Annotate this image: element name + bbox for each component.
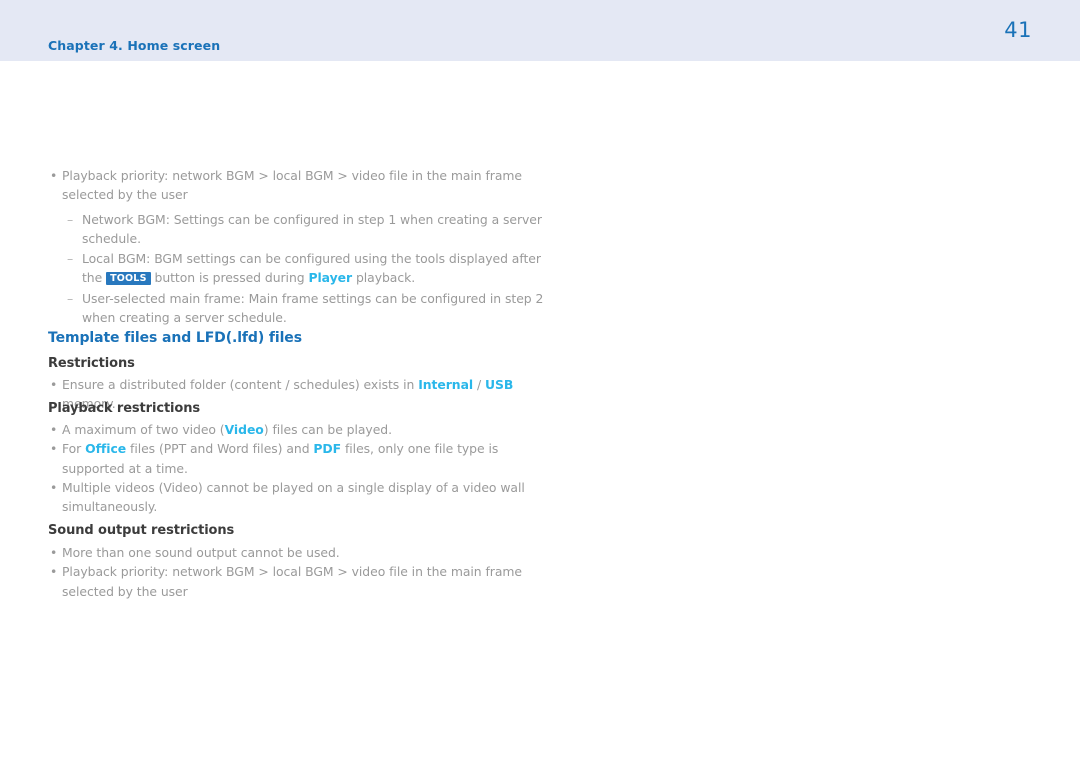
list-item-text-part2: files (PPT and Word files) and bbox=[126, 441, 314, 457]
sound-output-bullet-list: • More than one sound output cannot be u… bbox=[48, 543, 542, 601]
list-item-text-part2: ) files can be played. bbox=[263, 422, 392, 437]
list-item: • Playback priority: network BGM > local… bbox=[48, 166, 542, 205]
inline-highlight-internal: Internal bbox=[418, 377, 474, 392]
inline-highlight-usb: USB bbox=[485, 377, 514, 392]
list-item-text: Network BGM: Settings can be configured … bbox=[82, 211, 542, 246]
section-heading-template-files: Template files and LFD(.lfd) files bbox=[48, 330, 302, 346]
bullet-marker: • bbox=[50, 479, 58, 495]
list-item-text-part1: A maximum of two video ( bbox=[62, 422, 225, 437]
bullet-marker: • bbox=[50, 564, 58, 580]
list-item-text-part2: button is pressed during bbox=[150, 270, 309, 286]
breadcrumb-chapter-title: Chapter 4. Home screen bbox=[48, 38, 221, 53]
list-item-text-part1: For bbox=[62, 441, 86, 457]
list-item: • More than one sound output cannot be u… bbox=[48, 543, 542, 562]
list-item-text-part3: playback. bbox=[352, 270, 416, 286]
bullet-marker: • bbox=[50, 441, 58, 457]
list-item-text: Multiple videos (Video) cannot be played… bbox=[62, 479, 525, 515]
bullet-marker: • bbox=[50, 377, 58, 392]
inline-highlight-office: Office bbox=[85, 441, 127, 457]
list-item-text: Playback priority: network BGM > local B… bbox=[62, 564, 522, 599]
list-item-text: User-selected main frame: Main frame set… bbox=[82, 290, 544, 326]
list-item: • Playback priority: network BGM > local… bbox=[48, 562, 542, 601]
intro-bullet-group: • Playback priority: network BGM > local… bbox=[48, 166, 552, 327]
subheading-sound-output-restrictions: Sound output restrictions bbox=[48, 523, 235, 538]
list-item-text-part2: / bbox=[473, 377, 485, 392]
inline-highlight-player: Player bbox=[308, 270, 353, 286]
playback-restrictions-bullet-group: • A maximum of two video (Video) files c… bbox=[48, 420, 542, 516]
subheading-restrictions: Restrictions bbox=[48, 356, 135, 371]
list-item: • Multiple videos (Video) cannot be play… bbox=[48, 478, 542, 517]
sound-output-bullet-group: • More than one sound output cannot be u… bbox=[48, 543, 542, 601]
bullet-marker: • bbox=[50, 545, 58, 560]
playback-restrictions-bullet-list: • A maximum of two video (Video) files c… bbox=[48, 420, 542, 516]
list-item: • A maximum of two video (Video) files c… bbox=[48, 420, 542, 439]
list-item: – User-selected main frame: Main frame s… bbox=[67, 289, 552, 328]
bullet-marker: • bbox=[50, 422, 58, 437]
intro-bullet-list: • Playback priority: network BGM > local… bbox=[48, 166, 552, 205]
dash-marker: – bbox=[67, 290, 74, 306]
list-item: – Network BGM: Settings can be configure… bbox=[67, 210, 552, 249]
list-item-text: More than one sound output cannot be use… bbox=[62, 545, 340, 560]
list-item-text: Playback priority: network BGM > local B… bbox=[62, 168, 522, 203]
bullet-marker: • bbox=[50, 168, 58, 183]
tools-button-badge: TOOLS bbox=[106, 272, 151, 286]
subheading-playback-restrictions: Playback restrictions bbox=[48, 401, 201, 416]
dash-marker: – bbox=[67, 251, 74, 267]
page-header: Chapter 4. Home screen 41 bbox=[0, 0, 1080, 61]
inline-highlight-video: Video bbox=[224, 422, 264, 437]
page-number: 41 bbox=[1004, 18, 1032, 42]
intro-subitem-list: – Network BGM: Settings can be configure… bbox=[67, 210, 552, 328]
inline-highlight-pdf: PDF bbox=[313, 441, 342, 457]
list-item: • For Office files (PPT and Word files) … bbox=[48, 439, 542, 478]
dash-marker: – bbox=[67, 211, 74, 227]
list-item: – Local BGM: BGM settings can be configu… bbox=[67, 249, 552, 288]
list-item-text-part1: Ensure a distributed folder (content / s… bbox=[62, 377, 419, 392]
